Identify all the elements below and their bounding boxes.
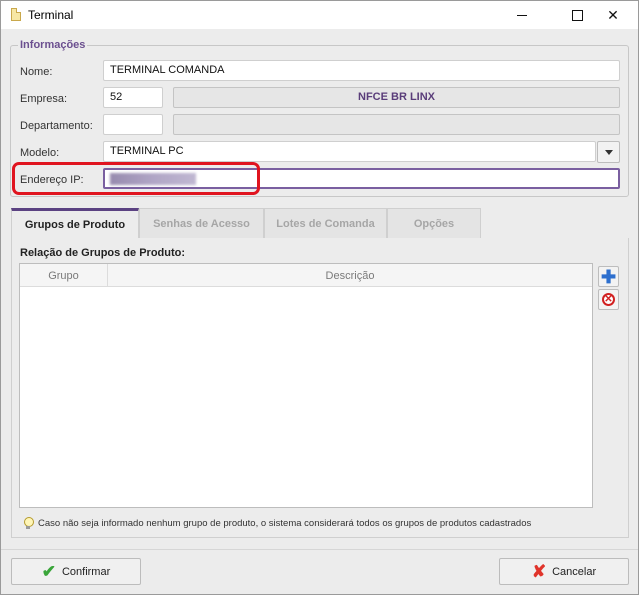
column-header-grupo[interactable]: Grupo	[20, 264, 108, 287]
tab-strip: Grupos de Produto Senhas de Acesso Lotes…	[11, 208, 629, 239]
product-groups-table[interactable]: Grupo Descrição	[19, 263, 593, 508]
modelo-label: Modelo:	[20, 147, 60, 159]
tab-senhas-acesso[interactable]: Senhas de Acesso	[139, 208, 264, 239]
highlight-annotation	[12, 162, 260, 195]
column-header-descricao[interactable]: Descrição	[108, 264, 592, 287]
departamento-name-field	[173, 114, 620, 135]
remove-group-button[interactable]: ✕	[598, 289, 619, 310]
close-icon[interactable]: ✕	[590, 1, 636, 29]
tab-opcoes[interactable]: Opções	[387, 208, 481, 239]
hint-message: Caso não seja informado nenhum grupo de …	[23, 517, 531, 530]
nome-field[interactable]: TERMINAL COMANDA	[103, 60, 620, 81]
check-icon: ✔	[41, 562, 56, 581]
plus-icon: ✚	[600, 266, 617, 287]
informacoes-group-title: Informações	[18, 39, 88, 51]
empresa-name-field: NFCE BR LINX	[173, 87, 620, 108]
empresa-code-field[interactable]: 52	[103, 87, 163, 108]
cancel-icon: ✘	[531, 562, 547, 581]
modelo-select[interactable]: TERMINAL PC	[103, 141, 596, 162]
window-title: Terminal	[28, 8, 74, 22]
nome-label: Nome:	[20, 66, 53, 78]
add-group-button[interactable]: ✚	[598, 266, 619, 287]
minimize-icon[interactable]	[499, 1, 545, 29]
table-header: Grupo Descrição	[20, 264, 592, 287]
confirm-label: Confirmar	[61, 565, 111, 578]
chevron-down-icon[interactable]	[597, 141, 620, 163]
tab-lotes-comanda[interactable]: Lotes de Comanda	[264, 208, 387, 239]
tab-grupos-produto[interactable]: Grupos de Produto	[11, 208, 139, 239]
remove-icon: ✕	[602, 293, 615, 306]
footer-divider	[1, 549, 638, 550]
section-label: Relação de Grupos de Produto:	[20, 247, 186, 259]
lightbulb-icon	[23, 517, 34, 530]
cancel-label: Cancelar	[552, 565, 597, 578]
departamento-code-field[interactable]	[103, 114, 163, 135]
hint-text: Caso não seja informado nenhum grupo de …	[38, 518, 532, 529]
departamento-label: Departamento:	[20, 120, 93, 132]
confirm-button[interactable]: ✔ Confirmar	[11, 558, 141, 585]
title-bar: Terminal ✕	[1, 1, 638, 29]
document-icon	[11, 8, 21, 21]
terminal-window: Terminal ✕ Informações Nome: TERMINAL CO…	[0, 0, 639, 595]
empresa-label: Empresa:	[20, 93, 68, 105]
cancel-button[interactable]: ✘ Cancelar	[499, 558, 629, 585]
